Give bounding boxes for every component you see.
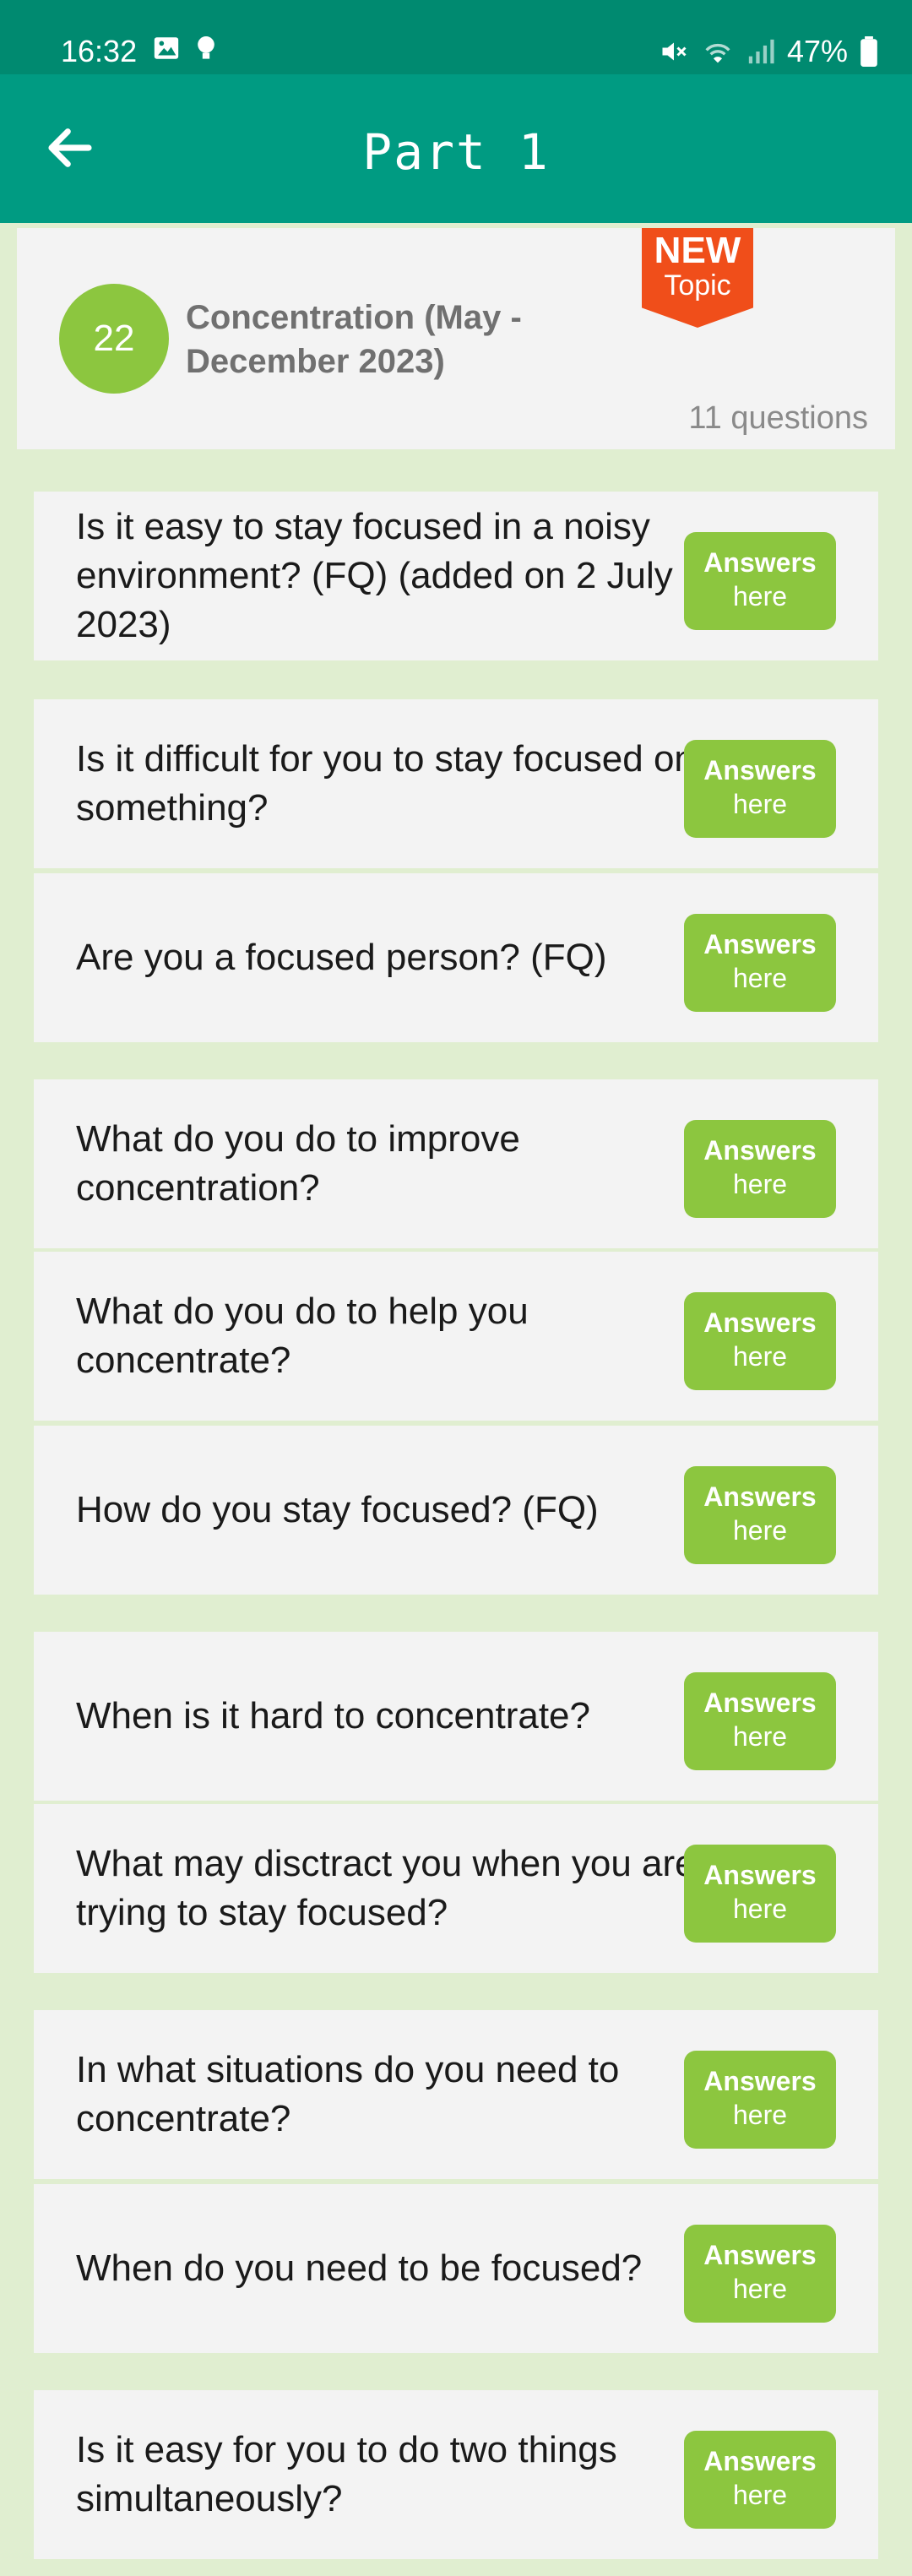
question-text: What may disctract you when you are tryi…: [76, 1843, 696, 1933]
battery-level: 47%: [786, 34, 848, 68]
answers-label: Answers: [703, 1307, 817, 1338]
question-card[interactable]: When do you need to be focused? Answers h…: [34, 2184, 878, 2353]
question-text: How do you stay focused? (FQ): [76, 1489, 599, 1530]
status-notification-icons: [152, 34, 218, 62]
answers-here-label: here: [732, 789, 788, 819]
question-text: What do you do to help you concentrate?: [76, 1291, 529, 1381]
badge-new-label: NEW: [654, 230, 741, 271]
answers-button[interactable]: Answers here: [684, 2225, 836, 2323]
question-count: 11 questions: [688, 400, 868, 436]
topic-title: Concentration (May - December 2023): [186, 299, 522, 380]
answers-label: Answers: [703, 2240, 817, 2270]
question-text: What do you do to improve concentration?: [76, 1118, 520, 1209]
question-card[interactable]: What may disctract you when you are tryi…: [34, 1804, 878, 1973]
answers-button[interactable]: Answers here: [684, 2051, 836, 2149]
question-text: When do you need to be focused?: [76, 2247, 643, 2289]
answers-label: Answers: [703, 2446, 817, 2476]
answers-button[interactable]: Answers here: [684, 532, 836, 630]
question-text: Is it difficult for you to stay focused …: [76, 738, 695, 829]
question-card[interactable]: Is it easy for you to do two things simu…: [34, 2390, 878, 2559]
signal-icon: [748, 39, 774, 64]
answers-here-label: here: [732, 963, 788, 993]
answers-button[interactable]: Answers here: [684, 1466, 836, 1564]
wifi-icon: [705, 43, 730, 63]
answers-label: Answers: [703, 2066, 817, 2096]
question-card[interactable]: What do you do to help you concentrate? …: [34, 1252, 878, 1421]
new-topic-badge: NEW Topic: [642, 228, 753, 328]
question-text: When is it hard to concentrate?: [76, 1695, 590, 1736]
answers-here-label: here: [732, 581, 788, 611]
question-text: In what situations do you need to concen…: [76, 2049, 620, 2139]
question-text: Is it easy for you to do two things simu…: [76, 2429, 617, 2519]
answers-button[interactable]: Answers here: [684, 1845, 836, 1943]
answers-label: Answers: [703, 929, 817, 959]
answers-label: Answers: [703, 1481, 817, 1512]
badge-topic-label: Topic: [664, 269, 731, 302]
answers-here-label: here: [732, 1341, 788, 1372]
question-text: Is it easy to stay focused in a noisy en…: [76, 506, 673, 645]
topic-number: 22: [59, 284, 169, 394]
battery-icon: [860, 36, 877, 67]
answers-here-label: here: [732, 2274, 788, 2304]
mute-icon: [662, 42, 687, 61]
status-time: 16:32: [61, 34, 138, 68]
answers-button[interactable]: Answers here: [684, 740, 836, 838]
answers-here-label: here: [732, 2100, 788, 2130]
lightbulb-icon: [198, 36, 214, 59]
answers-label: Answers: [703, 1135, 817, 1166]
image-icon: [154, 37, 179, 59]
answers-label: Answers: [703, 1860, 817, 1890]
answers-button[interactable]: Answers here: [684, 2431, 836, 2529]
answers-button[interactable]: Answers here: [684, 1292, 836, 1390]
question-card[interactable]: In what situations do you need to concen…: [34, 2010, 878, 2179]
answers-here-label: here: [732, 1721, 788, 1752]
question-card[interactable]: Is it easy to stay focused in a noisy en…: [34, 492, 878, 660]
status-bar: 16:32 47%: [0, 0, 912, 74]
page-title: Part 1: [362, 123, 550, 181]
question-text: Are you a focused person? (FQ): [76, 937, 607, 978]
answers-here-label: here: [732, 1894, 788, 1924]
question-card[interactable]: Is it difficult for you to stay focused …: [34, 699, 878, 868]
answers-label: Answers: [703, 1687, 817, 1718]
answers-here-label: here: [732, 2480, 788, 2510]
question-card[interactable]: What do you do to improve concentration?…: [34, 1079, 878, 1248]
status-right: 47%: [659, 34, 878, 69]
answers-here-label: here: [732, 1169, 788, 1199]
answers-label: Answers: [703, 547, 817, 578]
answers-button[interactable]: Answers here: [684, 914, 836, 1012]
answers-label: Answers: [703, 755, 817, 785]
question-card[interactable]: How do you stay focused? (FQ) Answers her…: [34, 1426, 878, 1595]
question-card[interactable]: Are you a focused person? (FQ) Answers he…: [34, 873, 878, 1042]
answers-button[interactable]: Answers here: [684, 1672, 836, 1770]
topic-card: 22 Concentration (May - December 2023) 1…: [17, 228, 895, 449]
question-card[interactable]: When is it hard to concentrate? Answers h…: [34, 1632, 878, 1801]
answers-button[interactable]: Answers here: [684, 1120, 836, 1218]
answers-here-label: here: [732, 1515, 788, 1546]
app-bar: Part 1: [0, 74, 912, 223]
